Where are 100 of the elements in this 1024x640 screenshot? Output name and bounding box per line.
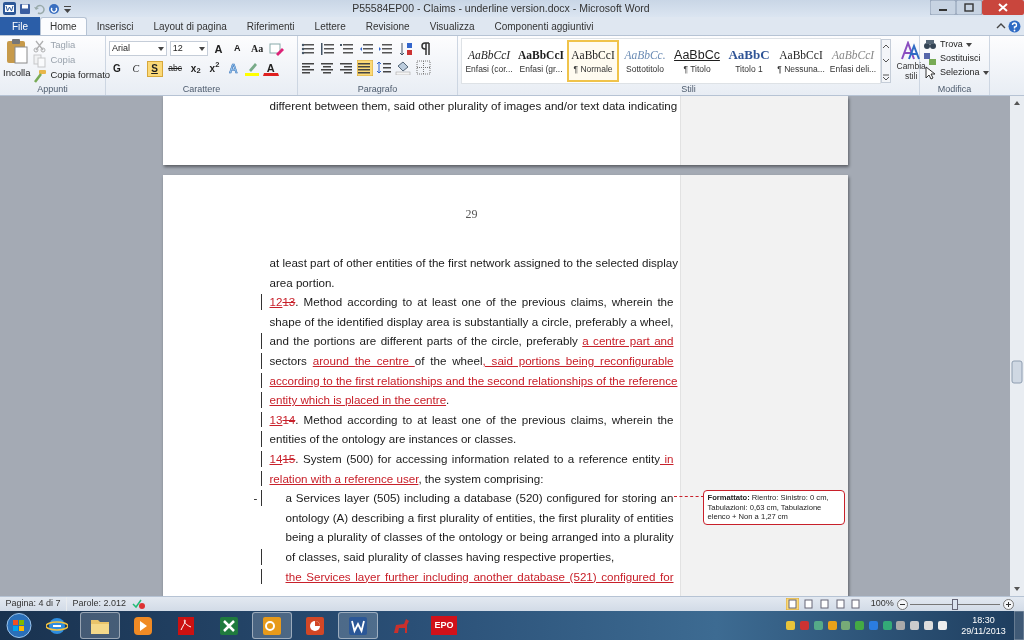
window-title: P55584EP00 - Claims - underline version.docx - Microsoft Word [351, 0, 651, 16]
group-label: Carattere [182, 84, 221, 95]
group-label: Paragrafo [357, 84, 398, 95]
caret-icon [982, 71, 989, 75]
claim-paragraph: 1314. Method according to at least one of the previous claims, wherein the entities of the ontology are instances or classes. [269, 409, 674, 449]
style-gallery-item[interactable]: AaBbCc ¶ Titolo [671, 40, 723, 82]
tray-icon[interactable] [785, 620, 797, 631]
view-icon[interactable] [802, 598, 816, 610]
line-spacing-icon[interactable] [376, 60, 392, 76]
clipboard-icon [4, 38, 29, 66]
style-gallery-item[interactable]: AaBbCc. Sottotitolo [619, 40, 671, 82]
clear-format-icon[interactable] [269, 41, 284, 56]
maximize-icon[interactable] [956, 0, 982, 15]
mail-icon [261, 614, 283, 637]
ribbon-tab[interactable]: File [0, 17, 40, 35]
ribbon-tab[interactable]: Componenti aggiuntivi [484, 17, 604, 35]
proofing-icon[interactable] [131, 598, 146, 610]
collapse-ribbon-icon[interactable] [995, 21, 1006, 31]
style-gallery-item[interactable]: AaBbCcI Enfasi (gr... [515, 40, 567, 82]
tray-icon[interactable] [922, 620, 934, 631]
format-button[interactable]: x$^{2}$ [206, 60, 223, 77]
justify-icon[interactable] [357, 59, 374, 76]
word-count: Parole: 2.012 [66, 597, 132, 611]
zoom-level: 100% [870, 597, 894, 611]
group-label: Modifica [937, 84, 972, 95]
change-styles-button[interactable]: Cambia stili [896, 41, 926, 81]
ribbon-tab[interactable]: Inserisci [86, 17, 144, 35]
format-button[interactable]: x$_{2}$ [187, 60, 204, 77]
paste-button[interactable]: Incolla [3, 38, 31, 84]
tray-icon[interactable] [895, 620, 907, 631]
page-count: Pagina: 4 di 7 [4, 597, 62, 611]
view-icon[interactable] [849, 598, 863, 610]
zoom-out-icon[interactable] [896, 598, 908, 610]
ribbon-tab[interactable]: Visualizza [419, 17, 485, 35]
style-gallery-item[interactable]: AaBbCcI Enfasi (cor... [463, 40, 515, 82]
claim-paragraph: the Services layer further including another database (521) configured for [269, 566, 674, 587]
editing-command[interactable]: Trova [923, 38, 986, 52]
style-gallery-item[interactable]: AaBbCcI ¶ Normale [567, 40, 619, 82]
close-icon[interactable] [982, 0, 1024, 15]
save-icon[interactable] [18, 2, 31, 15]
font-size-field[interactable]: 12 [169, 41, 208, 57]
style-gallery-item[interactable]: AaBbCcI ¶ Nessuna... [775, 40, 827, 82]
scissors-icon [33, 38, 48, 53]
sort-icon[interactable] [398, 40, 413, 56]
slider-thumb[interactable] [952, 598, 959, 610]
word-icon[interactable] [2, 2, 16, 15]
slides-icon [304, 614, 326, 637]
gallery-scroll-icon[interactable] [881, 39, 891, 83]
redo-icon[interactable] [48, 2, 60, 15]
font-name-field[interactable]: Arial [109, 41, 167, 57]
binoculars-icon [923, 38, 937, 52]
format-button[interactable]: abc [165, 60, 185, 77]
tray-icon[interactable] [909, 620, 921, 631]
view-icon[interactable] [786, 598, 800, 610]
ribbon-tab[interactable]: Lettere [304, 17, 356, 35]
tray-icon[interactable] [826, 620, 838, 631]
shading-icon[interactable] [394, 60, 413, 76]
help-icon[interactable] [1008, 19, 1022, 33]
tray-icon[interactable] [936, 620, 948, 631]
ribbon-tab[interactable]: Layout di pagina [143, 17, 237, 35]
zoom-in-icon[interactable] [1003, 598, 1014, 610]
ribbon-tab[interactable]: Riferimenti [236, 17, 305, 35]
numbered-list-icon[interactable] [320, 40, 335, 56]
caret-icon [198, 46, 205, 51]
ribbon-tab[interactable]: Revisione [355, 17, 420, 35]
group-label: Stili [681, 84, 696, 95]
minimize-icon[interactable] [930, 0, 956, 15]
taskbar-button[interactable] [80, 612, 120, 639]
style-gallery-item[interactable]: AaBbCcI Enfasi deli... [827, 40, 879, 82]
font-color-button[interactable]: A [262, 61, 279, 77]
caret-icon [965, 43, 972, 47]
change-case-button[interactable]: Aa [248, 40, 267, 57]
copy-icon [33, 53, 48, 68]
shrink-font-button[interactable]: A [229, 40, 246, 57]
claim-paragraph: 1415. System (500) for accessing information related to a reference entity in relation with a reference user, the system comprising: [269, 448, 674, 489]
view-icon[interactable] [833, 598, 847, 610]
style-gallery-item[interactable]: AaBbC Titolo 1 [723, 40, 775, 82]
grow-font-button[interactable]: A [210, 40, 227, 57]
zoom-slider[interactable] [910, 598, 1001, 610]
format-button[interactable]: G [109, 60, 125, 77]
word-icon [347, 614, 369, 637]
view-icon[interactable] [817, 598, 831, 610]
taskbar-button[interactable] [252, 612, 292, 639]
pilcrow-icon[interactable] [418, 40, 432, 56]
clipboard-command[interactable]: Copia formato [33, 68, 111, 83]
taskbar-button[interactable] [338, 612, 378, 639]
format-button[interactable]: S [146, 60, 163, 77]
format-button[interactable]: C [127, 60, 144, 77]
list-marker: - [253, 490, 258, 507]
ribbon-tab[interactable]: Home [40, 17, 87, 35]
start-icon[interactable] [4, 612, 34, 639]
vertical-scrollbar[interactable] [1010, 96, 1024, 596]
document-icon [175, 614, 197, 637]
group-label: Appunti [37, 84, 68, 95]
brush-icon [33, 68, 48, 83]
borders-icon[interactable] [415, 60, 432, 76]
styles-letters-icon [900, 41, 923, 61]
clock[interactable]: 18:30 29/11/2013 [961, 614, 1006, 637]
spreadsheet-icon [218, 614, 240, 637]
caret-icon [158, 46, 164, 51]
